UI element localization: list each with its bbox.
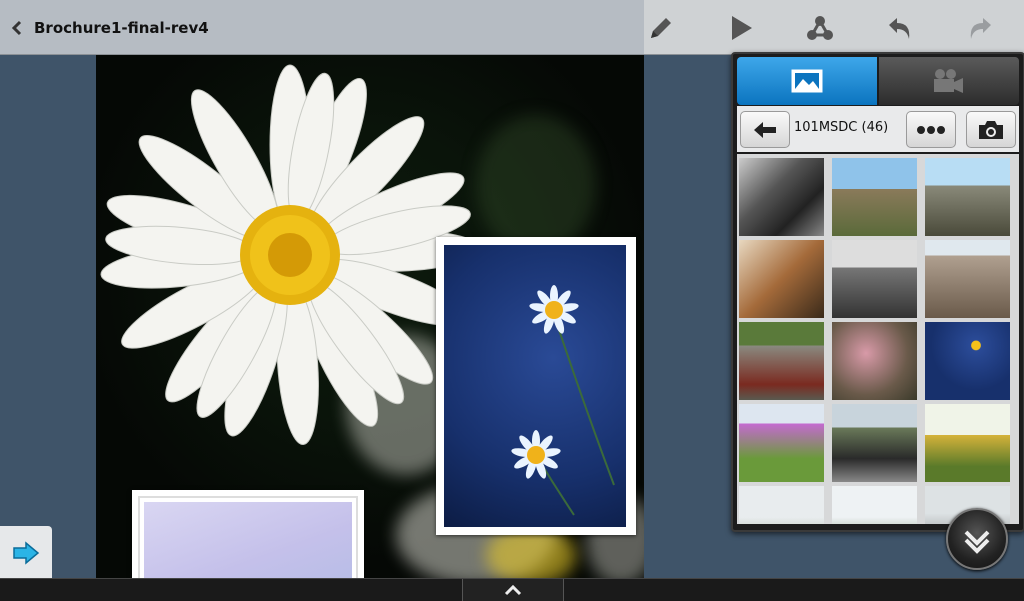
- expand-up-button[interactable]: [462, 579, 564, 601]
- share-icon[interactable]: [802, 10, 838, 46]
- more-options-button[interactable]: [906, 111, 956, 148]
- blue-daisies-image: [511, 285, 615, 516]
- thumbnail-grid[interactable]: [737, 154, 1019, 524]
- collapse-panel-button[interactable]: [946, 508, 1008, 570]
- camera-icon: [979, 120, 1003, 139]
- folder-nav-row: 101MSDC (46): [737, 106, 1019, 152]
- back-chevron-icon[interactable]: [10, 20, 24, 36]
- thumb-car-street[interactable]: [832, 404, 917, 482]
- thumb-red-door-building[interactable]: [739, 322, 824, 400]
- thumb-person-field[interactable]: [925, 404, 1010, 482]
- tab-photos[interactable]: [737, 57, 877, 105]
- pencil-icon[interactable]: [643, 10, 679, 46]
- video-camera-icon: [934, 69, 963, 93]
- thumb-house[interactable]: [739, 486, 824, 524]
- folder-label: 101MSDC (46): [794, 120, 889, 135]
- tab-videos[interactable]: [879, 57, 1019, 105]
- brochure-page[interactable]: [96, 55, 644, 578]
- left-arrow-icon: [754, 121, 776, 138]
- thumb-blue-daisies[interactable]: [925, 322, 1010, 400]
- lavender-image: [144, 502, 352, 578]
- thumb-bokeh-flower[interactable]: [832, 322, 917, 400]
- thumb-old-building-roof[interactable]: [832, 240, 917, 318]
- play-icon[interactable]: [722, 10, 758, 46]
- image-icon: [791, 69, 823, 93]
- thumb-tree[interactable]: [832, 486, 917, 524]
- thumb-mountain-peaks[interactable]: [925, 158, 1010, 236]
- next-page-button[interactable]: [0, 526, 52, 580]
- photo-frame-lavender[interactable]: [132, 490, 364, 578]
- thumb-pink-flowers[interactable]: [739, 404, 824, 482]
- photo-frame-blue-daisies[interactable]: [436, 237, 636, 535]
- chevron-up-icon: [504, 584, 522, 596]
- redo-icon[interactable]: [962, 10, 998, 46]
- undo-icon[interactable]: [882, 10, 918, 46]
- bottom-bar: [0, 578, 1024, 601]
- thumb-rock-mountain[interactable]: [832, 158, 917, 236]
- more-icon: [917, 125, 945, 134]
- thumb-kitchen-stove[interactable]: [739, 240, 824, 318]
- folder-back-button[interactable]: [740, 111, 790, 148]
- camera-button[interactable]: [966, 111, 1016, 148]
- media-picker-panel: 101MSDC (46): [731, 52, 1024, 532]
- thumb-brick-house[interactable]: [925, 240, 1010, 318]
- right-arrow-icon: [13, 541, 40, 565]
- top-toolbar: Brochure1-final-rev4: [0, 0, 1024, 55]
- document-title[interactable]: Brochure1-final-rev4: [34, 19, 209, 37]
- thumb-black-white-ruins[interactable]: [739, 158, 824, 236]
- double-chevron-icon: [964, 530, 990, 554]
